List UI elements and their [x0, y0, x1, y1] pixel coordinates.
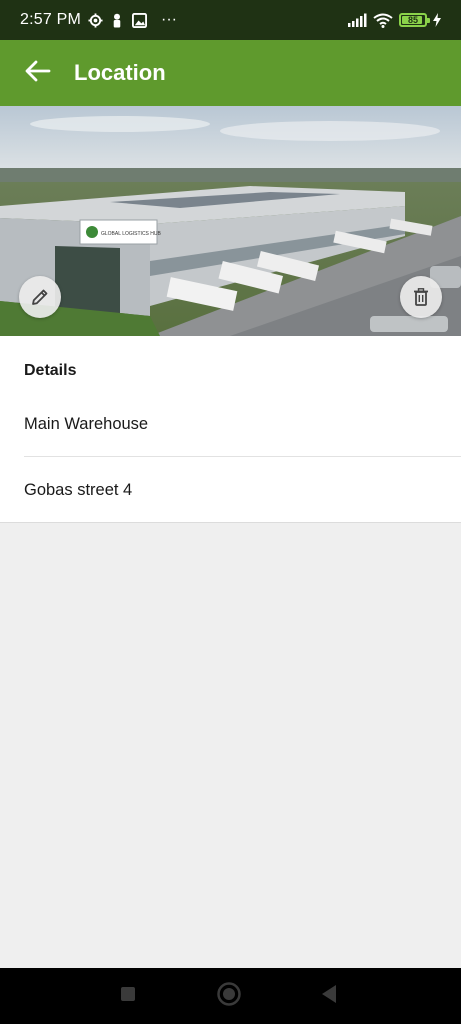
image-icon — [131, 12, 147, 28]
wifi-icon — [373, 12, 393, 28]
system-nav-bar — [0, 968, 461, 1024]
location-name: Main Warehouse — [24, 415, 149, 433]
page-title: Location — [74, 60, 166, 85]
sign-text: GLOBAL LOGISTICS HUB — [101, 231, 161, 237]
status-right: 85 — [347, 12, 441, 28]
system-back-button[interactable] — [315, 982, 343, 1010]
signal-icon — [347, 12, 367, 28]
divider — [24, 456, 461, 457]
back-button[interactable] — [18, 53, 58, 93]
details-card: Details Main Warehouse Gobas street 4 — [0, 336, 461, 523]
square-icon — [120, 986, 136, 1007]
battery-percent: 85 — [407, 15, 418, 25]
person-icon — [109, 12, 125, 28]
circle-icon — [216, 981, 242, 1012]
home-button[interactable] — [215, 981, 243, 1012]
arrow-left-icon — [25, 60, 51, 87]
app-bar: Location — [0, 40, 461, 106]
edit-button[interactable] — [19, 276, 61, 318]
status-bar: 2:57 PM ··· 85 — [0, 0, 461, 40]
more-notifications: ··· — [161, 11, 177, 28]
delete-button[interactable] — [400, 276, 442, 318]
recent-apps-button[interactable] — [114, 982, 142, 1010]
pencil-icon — [31, 288, 49, 306]
triangle-left-icon — [320, 984, 338, 1009]
trash-icon — [413, 288, 429, 306]
status-left: 2:57 PM ··· — [20, 11, 177, 29]
warehouse-photo: GLOBAL LOGISTICS HUB — [0, 106, 461, 336]
details-heading: Details — [24, 362, 77, 379]
charging-icon — [433, 12, 441, 28]
gear-icon — [87, 12, 103, 28]
battery-icon: 85 — [399, 13, 430, 27]
status-time: 2:57 PM — [20, 11, 81, 28]
location-photo: GLOBAL LOGISTICS HUB — [0, 106, 461, 336]
location-address: Gobas street 4 — [24, 481, 133, 499]
